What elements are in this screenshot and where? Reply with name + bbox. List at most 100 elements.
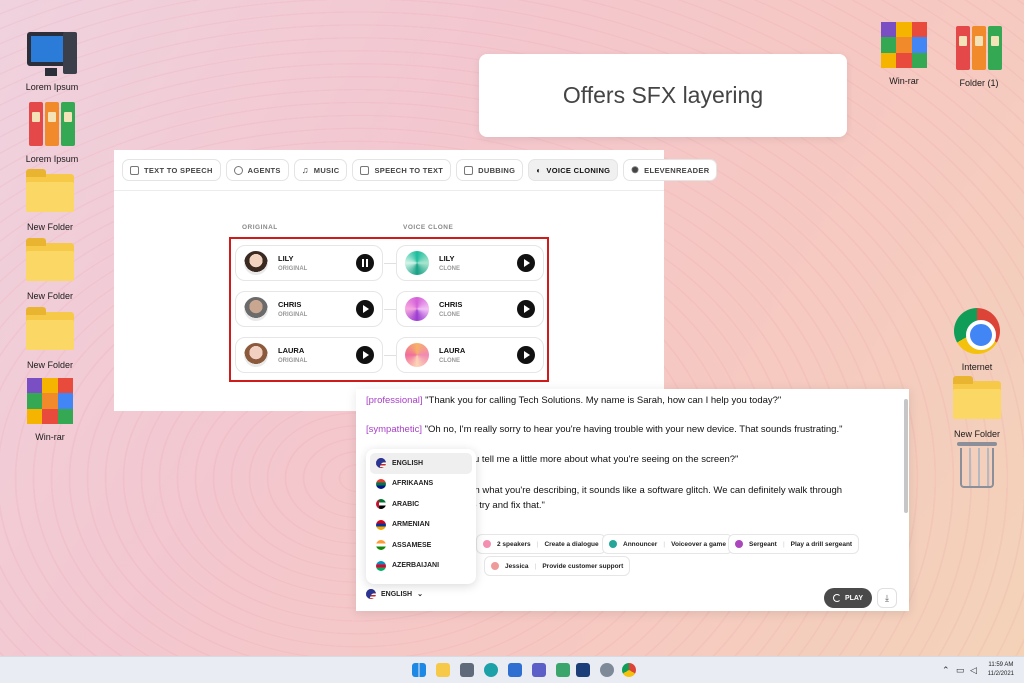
scrollbar[interactable]: [903, 393, 909, 523]
play-button[interactable]: [517, 254, 535, 272]
preset-pill-sergeant[interactable]: Sergeant | Play a drill sergeant: [728, 534, 860, 554]
binders-icon: [27, 100, 77, 150]
computer-icon: [27, 28, 77, 78]
editor-line[interactable]: ed on what you're describing, it sounds …: [456, 483, 842, 498]
editor-line[interactable]: [sympathetic] "Oh no, I'm really sorry t…: [366, 422, 842, 437]
desktop-icon-folder[interactable]: New Folder: [937, 375, 1017, 439]
folder-icon: [952, 375, 1002, 425]
play-button[interactable]: PLAY: [824, 588, 872, 608]
voice-cloning-panel: TEXT TO SPEECH AGENTS ♫ MUSIC SPEECH TO T…: [114, 150, 718, 411]
tab-music[interactable]: ♫ MUSIC: [293, 159, 348, 181]
chevron-down-icon: ⌄: [417, 591, 423, 598]
language-option-english[interactable]: ENGLISH: [370, 453, 472, 474]
voice-clone-column-header: VOICE CLONE: [403, 224, 454, 231]
download-icon: ⤓: [885, 592, 889, 603]
play-button[interactable]: [356, 346, 374, 364]
desktop-icon-binders[interactable]: Lorem Ipsum: [12, 100, 92, 164]
armenia-flag-icon: [376, 519, 386, 530]
settings-icon[interactable]: [600, 663, 614, 677]
scrollbar-thumb[interactable]: [904, 399, 908, 513]
text-to-speech-icon: [130, 165, 139, 175]
pause-button[interactable]: [356, 254, 374, 272]
winrar-icon: [25, 378, 75, 428]
play-button[interactable]: [517, 346, 535, 364]
tab-text-to-speech[interactable]: TEXT TO SPEECH: [122, 159, 221, 181]
desktop-icon-internet[interactable]: Internet: [937, 306, 1017, 372]
chevron-up-icon[interactable]: ⌃: [942, 665, 950, 676]
play-button[interactable]: [517, 300, 535, 318]
teams-icon[interactable]: [532, 663, 546, 677]
clone-voice-card-laura: LAURA CLONE: [396, 337, 544, 373]
folder-icon: [25, 306, 75, 356]
language-option-arabic[interactable]: ARABIC: [370, 494, 472, 515]
desktop-icon-computer[interactable]: Lorem Ipsum: [12, 28, 92, 92]
agents-icon: [233, 165, 243, 175]
language-option-afrikaans[interactable]: AFRIKAANS: [370, 474, 472, 495]
editor-line[interactable]: [professional] "Thank you for calling Te…: [366, 393, 781, 408]
uae-flag-icon: [376, 499, 386, 510]
network-icon[interactable]: ▭: [956, 665, 965, 676]
elevenreader-icon: ✺: [631, 164, 640, 175]
language-option-armenian[interactable]: ARMENIAN: [370, 515, 472, 536]
tab-dubbing[interactable]: DUBBING: [456, 159, 524, 181]
chrome-icon: [952, 308, 1002, 358]
preset-pill-announcer[interactable]: Announcer | Voiceover a game: [602, 534, 733, 554]
preset-pill-jessica[interactable]: Jessica | Provide customer support: [484, 556, 631, 576]
play-button[interactable]: [356, 300, 374, 318]
music-icon: ♫: [301, 165, 309, 175]
speaker-orb-icon: [735, 540, 743, 548]
clone-voice-card-lily: LILY CLONE: [396, 245, 544, 281]
loading-spinner-icon: [832, 594, 841, 602]
language-option-azerbaijani[interactable]: AZERBAIJANI: [370, 556, 472, 577]
speaker-orb-icon: [483, 540, 491, 548]
tab-agents[interactable]: AGENTS: [225, 159, 289, 181]
desktop-icon-binders[interactable]: Folder (1): [939, 24, 1019, 88]
dubbing-icon: [464, 165, 474, 175]
speaker-orb-icon: [609, 540, 617, 548]
editor-line[interactable]: d you tell me a little more about what y…: [456, 452, 738, 467]
download-button[interactable]: ⤓: [877, 588, 897, 608]
speaker-orb-icon: [491, 562, 499, 570]
camera-icon[interactable]: [460, 663, 474, 677]
tab-divider: [114, 190, 664, 191]
avatar: [244, 251, 268, 275]
clone-voice-card-chris: CHRIS CLONE: [396, 291, 544, 327]
taskbar: ⌃ ▭ ◁ 11:59 AM 11/2/2021: [0, 656, 1024, 683]
caption-box: Offers SFX layering: [479, 54, 847, 137]
desktop-icon-recycle-bin[interactable]: [937, 442, 1017, 502]
language-selector-button[interactable]: ENGLISH ⌄: [366, 589, 423, 599]
preset-pill-2-speakers[interactable]: 2 speakers | Create a dialogue: [476, 534, 606, 554]
system-clock[interactable]: 11:59 AM 11/2/2021: [988, 661, 1014, 679]
desktop-icon-folder[interactable]: New Folder: [10, 168, 90, 232]
desktop-icon-folder[interactable]: New Folder: [10, 237, 90, 301]
store-icon[interactable]: [508, 663, 522, 677]
tab-bar: TEXT TO SPEECH AGENTS ♫ MUSIC SPEECH TO T…: [114, 150, 718, 181]
trash-icon: [952, 442, 1002, 498]
tab-speech-to-text[interactable]: SPEECH TO TEXT: [352, 159, 452, 181]
volume-icon[interactable]: ◁: [970, 665, 977, 676]
speech-to-text-icon: [360, 165, 370, 175]
folder-icon: [25, 168, 75, 218]
india-flag-icon: [376, 540, 386, 551]
south-africa-flag-icon: [376, 478, 386, 489]
chrome-icon[interactable]: [622, 663, 636, 677]
tab-elevenreader[interactable]: ✺ ELEVENREADER: [623, 159, 718, 181]
original-column-header: ORIGINAL: [242, 224, 278, 231]
original-voice-card-laura: LAURA ORIGINAL: [235, 337, 383, 373]
desktop-icon-folder[interactable]: New Folder: [10, 306, 90, 370]
original-voice-card-lily: LILY ORIGINAL: [235, 245, 383, 281]
desktop-icon-winrar[interactable]: Win-rar: [864, 22, 944, 86]
avatar: [244, 343, 268, 367]
edge-icon[interactable]: [484, 663, 498, 677]
clone-orb-icon: [405, 297, 429, 321]
voice-cloning-icon: ◐: [536, 165, 542, 175]
binders-icon: [954, 24, 1004, 74]
tab-voice-cloning[interactable]: ◐ VOICE CLONING: [528, 159, 619, 181]
active-app-icon[interactable]: [576, 663, 590, 677]
language-dropdown: ENGLISH AFRIKAANS ARABIC ARMENIAN ASSAME…: [366, 449, 476, 584]
file-explorer-icon[interactable]: [436, 663, 450, 677]
desktop-icon-winrar[interactable]: Win-rar: [10, 378, 90, 442]
language-option-assamese[interactable]: ASSAMESE: [370, 535, 472, 556]
maps-icon[interactable]: [556, 663, 570, 677]
windows-start-icon[interactable]: [412, 663, 426, 677]
